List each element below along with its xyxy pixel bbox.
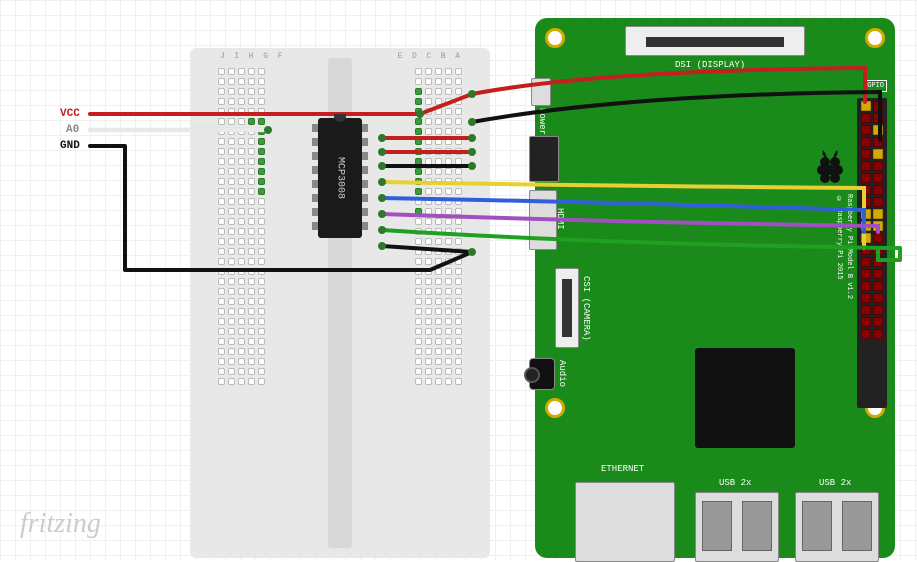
pi-mount-hole (545, 28, 565, 48)
pi-usb-port-2 (795, 492, 879, 562)
usb-slot (702, 501, 732, 551)
pi-hdmi-label: HDMI (555, 208, 565, 230)
pi-model-label: Raspberry Pi Model B v1.2 (845, 194, 853, 299)
pi-dsi-label: DSI (DISPLAY) (675, 60, 745, 70)
pi-usb-port-1 (695, 492, 779, 562)
breadboard-col-label-left: J I H G F (220, 52, 282, 61)
audio-jack-ring (524, 367, 540, 383)
pi-ethernet-port (575, 482, 675, 562)
pi-hdmi-port (529, 190, 557, 250)
breadboard-strip-right (415, 68, 462, 385)
pi-usb-label-1: USB 2x (719, 478, 751, 488)
pi-gpio-label: GPIO (864, 80, 887, 92)
breadboard-col-label-right: E D C B A (398, 52, 460, 61)
pi-audio-label: Audio (557, 360, 567, 387)
pi-power-port (531, 78, 551, 106)
usb-slot (842, 501, 872, 551)
dsi-connector-slot (646, 37, 784, 47)
csi-connector-slot (562, 279, 572, 337)
pi-power-label: Power (537, 108, 547, 135)
raspberry-pi-board: DSI (DISPLAY) Power HDMI CSI (CAMERA) Au… (535, 18, 895, 558)
chip-label: MCP3008 (335, 157, 346, 199)
usb-slot (742, 501, 772, 551)
usb-slot (802, 501, 832, 551)
mcp3008-chip: MCP3008 (318, 118, 362, 238)
pi-csi-port (555, 268, 579, 348)
fritzing-watermark: fritzing (20, 508, 101, 540)
chip-notch (334, 114, 346, 122)
label-a0: A0 (66, 124, 79, 136)
label-vcc: VCC (60, 108, 80, 120)
raspberry-pi-logo-icon (815, 148, 845, 186)
pi-soc-chip (695, 348, 795, 448)
pi-gpio-header (857, 98, 887, 408)
pi-usb-label-2: USB 2x (819, 478, 851, 488)
pi-copyright-label: © Raspberry Pi 2015 (835, 196, 843, 280)
label-gnd: GND (60, 140, 80, 152)
pi-csi-label: CSI (CAMERA) (581, 276, 591, 341)
breadboard-strip-left (218, 68, 265, 385)
pi-ethernet-label: ETHERNET (601, 464, 644, 474)
pi-mount-hole (545, 398, 565, 418)
pi-sd-slot (529, 136, 559, 182)
pi-mount-hole (865, 28, 885, 48)
pi-audio-jack (529, 358, 555, 390)
pi-dsi-port (625, 26, 805, 56)
